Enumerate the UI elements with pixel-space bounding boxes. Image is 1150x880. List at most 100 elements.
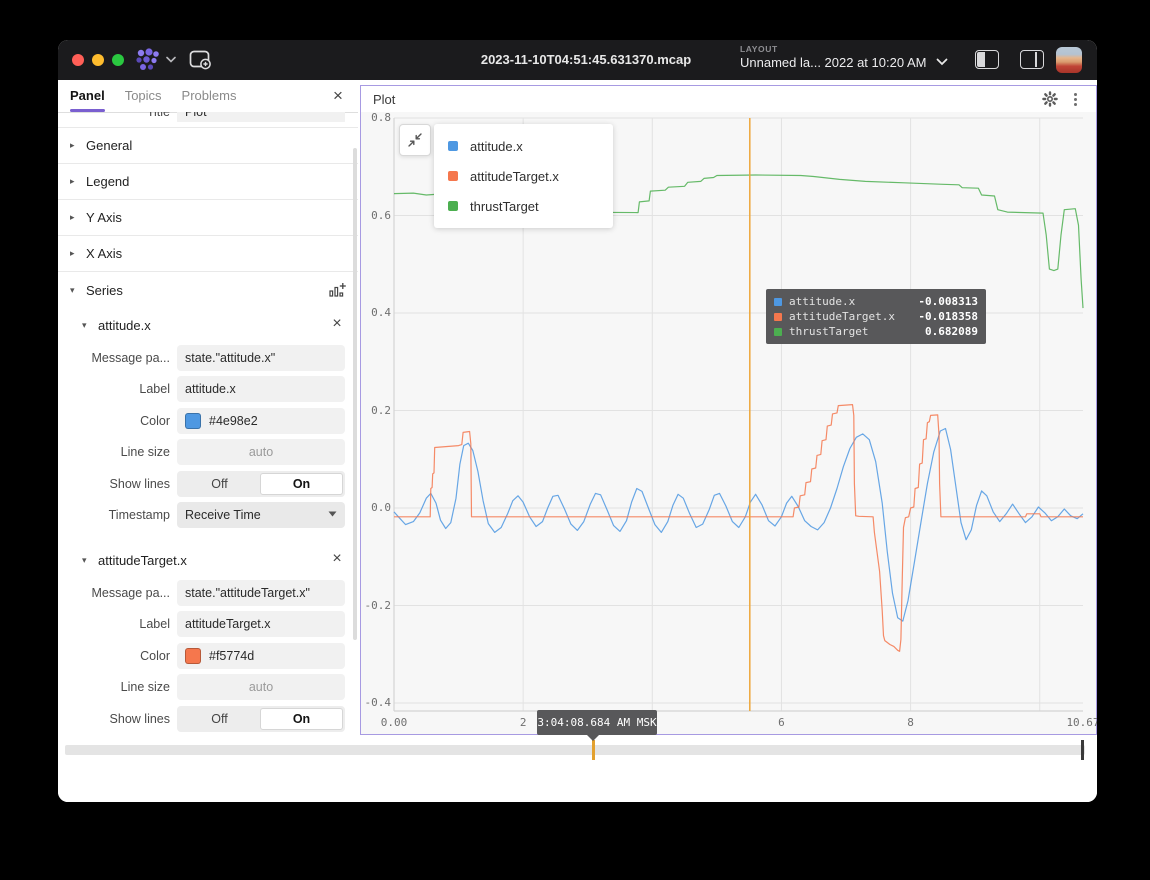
scrubber-playhead[interactable] xyxy=(592,740,595,760)
add-panel-button[interactable] xyxy=(188,50,212,70)
line-size-row: Line size auto xyxy=(58,672,358,704)
close-window-button[interactable] xyxy=(72,54,84,66)
title-field-input[interactable]: Plot xyxy=(177,112,345,122)
tooltip-swatch xyxy=(774,328,782,336)
label-row: Label attitudeTarget.x xyxy=(58,609,358,641)
tooltip-swatch xyxy=(774,313,782,321)
series-header[interactable]: ▾ attitudeTarget.x × xyxy=(58,543,358,577)
tooltip-arrow xyxy=(587,735,599,741)
show-lines-toggle: Off On xyxy=(177,706,345,732)
show-lines-row: Show lines Off On xyxy=(58,468,358,500)
tooltip-row: thrustTarget 0.682089 xyxy=(774,324,978,339)
chevron-down-icon: ▾ xyxy=(82,320,96,331)
foxglove-logo-icon xyxy=(134,48,162,72)
playback-bar: i 1970-01-01 3:04:13.831 AM MSK xyxy=(58,735,1097,802)
series-group-attitudetarget-x: ▾ attitudeTarget.x × Message pa... state… xyxy=(58,543,358,735)
timeline-scrubber[interactable] xyxy=(65,745,1085,755)
show-lines-off-option[interactable]: Off xyxy=(179,473,260,495)
sidebar-scrollbar[interactable] xyxy=(353,148,357,640)
app-menu-chevron-icon[interactable] xyxy=(166,56,176,63)
series-group-attitude-x: ▾ attitude.x × Message pa... state."atti… xyxy=(58,308,358,531)
chevron-down-icon: ▾ xyxy=(82,555,96,566)
message-path-input[interactable]: state."attitude.x" xyxy=(177,345,345,371)
collapse-arrows-icon xyxy=(408,133,422,147)
tooltip-row: attitude.x -0.008313 xyxy=(774,294,978,309)
layout-caption: LAYOUT xyxy=(740,44,926,54)
show-lines-off-option[interactable]: Off xyxy=(179,708,260,730)
message-path-input[interactable]: state."attitudeTarget.x" xyxy=(177,580,345,606)
zoom-window-button[interactable] xyxy=(112,54,124,66)
add-series-button[interactable] xyxy=(328,282,346,298)
sidebar-close-button[interactable]: × xyxy=(326,84,350,108)
sidebar-tabs: Panel Topics Problems × xyxy=(58,80,358,113)
chevron-right-icon: ▸ xyxy=(70,212,84,223)
more-options-icon[interactable] xyxy=(1068,91,1082,107)
chevron-right-icon: ▸ xyxy=(70,176,84,187)
layout-chevron-icon xyxy=(936,58,948,66)
line-size-input[interactable]: auto xyxy=(177,439,345,465)
gear-icon[interactable] xyxy=(1042,91,1058,107)
timestamp-row: Timestamp Receive Time xyxy=(58,500,358,532)
chevron-down-icon: ▾ xyxy=(70,285,84,296)
color-row: Color #4e98e2 xyxy=(58,405,358,437)
show-lines-on-option[interactable]: On xyxy=(260,708,343,730)
plot-panel: Plot 0.80.60.40.20.0 xyxy=(360,85,1097,735)
section-y-axis[interactable]: ▸Y Axis xyxy=(58,200,358,236)
show-lines-toggle: Off On xyxy=(177,471,345,497)
label-input[interactable]: attitude.x xyxy=(177,376,345,402)
label-row: Label attitude.x xyxy=(58,374,358,406)
section-series[interactable]: ▾ Series xyxy=(58,272,358,308)
color-row: Color #f5774d xyxy=(58,640,358,672)
legend-item[interactable]: thrustTarget xyxy=(434,191,613,221)
legend-item[interactable]: attitude.x xyxy=(434,131,613,161)
color-swatch[interactable] xyxy=(185,648,201,664)
tooltip-row: attitudeTarget.x -0.018358 xyxy=(774,309,978,324)
color-input[interactable]: #f5774d xyxy=(177,643,345,669)
plot-panel-header: Plot xyxy=(361,86,1096,112)
titlebar: 2023-11-10T04:51:45.631370.mcap LAYOUT U… xyxy=(58,40,1097,80)
label-input[interactable]: attitudeTarget.x xyxy=(177,611,345,637)
timeline-end-marker xyxy=(1081,740,1084,760)
app-window: 2023-11-10T04:51:45.631370.mcap LAYOUT U… xyxy=(58,40,1097,802)
title-field-label: Title xyxy=(58,112,170,119)
line-size-row: Line size auto xyxy=(58,437,358,469)
show-lines-row: Show lines Off On xyxy=(58,703,358,735)
user-avatar[interactable] xyxy=(1056,47,1082,73)
plot-legend: attitude.x attitudeTarget.x thrustTarget xyxy=(434,124,613,228)
right-sidebar-toggle-button[interactable] xyxy=(1020,50,1044,69)
color-input[interactable]: #4e98e2 xyxy=(177,408,345,434)
show-lines-on-option[interactable]: On xyxy=(260,473,343,495)
line-size-input[interactable]: auto xyxy=(177,674,345,700)
section-x-axis[interactable]: ▸X Axis xyxy=(58,236,358,272)
tab-problems[interactable]: Problems xyxy=(182,80,237,112)
remove-series-button[interactable]: × xyxy=(326,548,348,570)
collapse-legend-button[interactable] xyxy=(399,124,431,156)
chevron-down-icon xyxy=(328,511,337,517)
layout-selector[interactable]: LAYOUT Unnamed la... 2022 at 10:20 AM xyxy=(740,44,926,76)
legend-swatch xyxy=(448,141,458,151)
series-header[interactable]: ▾ attitude.x × xyxy=(58,308,358,342)
panel-settings: Title Plot ▸General ▸Legend ▸Y Axis ▸X A… xyxy=(58,112,358,735)
section-general[interactable]: ▸General xyxy=(58,128,358,164)
chevron-right-icon: ▸ xyxy=(70,248,84,259)
chart-value-tooltip: attitude.x -0.008313 attitudeTarget.x -0… xyxy=(766,289,986,344)
tab-topics[interactable]: Topics xyxy=(125,80,162,112)
clipped-title-row: Title Plot xyxy=(58,112,358,122)
window-title: 2023-11-10T04:51:45.631370.mcap xyxy=(481,52,691,67)
timestamp-select[interactable]: Receive Time xyxy=(177,502,345,528)
right-sidebar-icon xyxy=(1035,52,1037,67)
legend-swatch xyxy=(448,171,458,181)
left-sidebar-toggle-button[interactable] xyxy=(975,50,999,69)
message-path-row: Message pa... state."attitudeTarget.x" xyxy=(58,577,358,609)
tab-panel[interactable]: Panel xyxy=(70,80,105,112)
settings-sections: ▸General ▸Legend ▸Y Axis ▸X Axis ▾ Serie… xyxy=(58,127,358,308)
message-path-row: Message pa... state."attitude.x" xyxy=(58,342,358,374)
plot-chart-area[interactable]: 0.80.60.40.20.0-0.2-0.4 0.00246810.67 at… xyxy=(361,112,1096,734)
left-sidebar-icon xyxy=(977,52,985,67)
desktop: 2023-11-10T04:51:45.631370.mcap LAYOUT U… xyxy=(0,0,1150,880)
color-swatch[interactable] xyxy=(185,413,201,429)
section-legend[interactable]: ▸Legend xyxy=(58,164,358,200)
minimize-window-button[interactable] xyxy=(92,54,104,66)
legend-item[interactable]: attitudeTarget.x xyxy=(434,161,613,191)
remove-series-button[interactable]: × xyxy=(326,313,348,335)
